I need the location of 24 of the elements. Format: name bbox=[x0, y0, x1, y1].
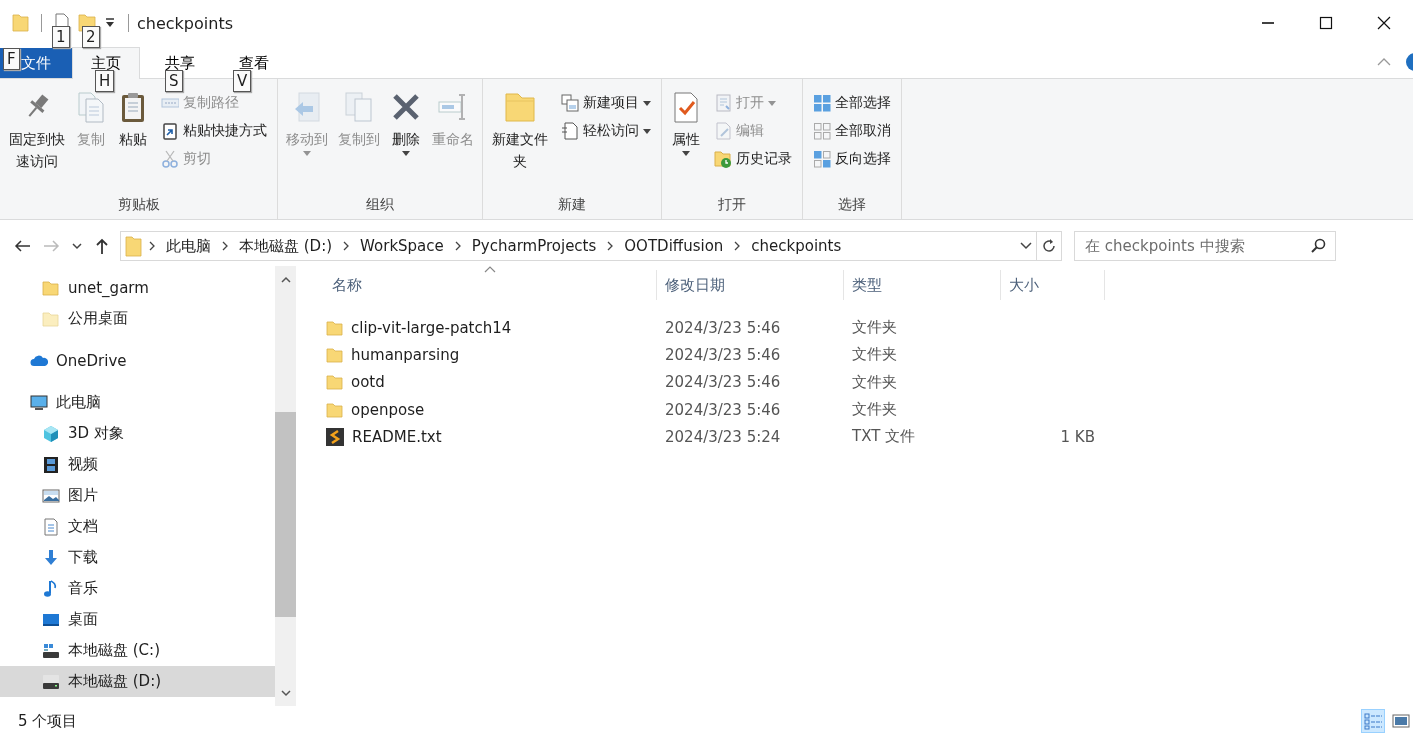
group-label: 组织 bbox=[365, 196, 396, 214]
keytip-tooltip: H bbox=[95, 70, 115, 92]
group-label: 选择 bbox=[836, 196, 867, 214]
keytip-tooltip: 2 bbox=[82, 26, 100, 48]
keytip-tooltip: S bbox=[165, 70, 183, 92]
table-cell-text: 2024/3/23 5:46 bbox=[664, 400, 782, 419]
group-label: 新建 bbox=[557, 196, 588, 214]
table-cell-text: 2024/3/23 5:24 bbox=[664, 427, 782, 446]
table-cell-text: 文件夹 bbox=[851, 345, 898, 365]
table-cell-text: 文件夹 bbox=[851, 318, 898, 338]
table-cell-text: 文件夹 bbox=[851, 372, 898, 392]
group-label: 剪贴板 bbox=[116, 196, 161, 214]
keytip-tooltip: 1 bbox=[52, 26, 70, 48]
table-cell-text: 文件夹 bbox=[851, 400, 898, 420]
window-title: checkpoints bbox=[137, 13, 233, 33]
table-cell-text: 1 KB bbox=[1059, 427, 1096, 446]
table-cell-text: 2024/3/23 5:46 bbox=[664, 345, 782, 364]
group-label: 打开 bbox=[716, 196, 747, 214]
table-cell-text: 2024/3/23 5:46 bbox=[664, 373, 782, 392]
keytip-tooltip: V bbox=[233, 70, 252, 92]
keytip-tooltip: F bbox=[3, 48, 20, 70]
table-cell-text: 2024/3/23 5:46 bbox=[664, 318, 782, 337]
table-cell-text: TXT 文件 bbox=[851, 427, 917, 447]
item-count: 5 个项目 bbox=[18, 711, 78, 731]
